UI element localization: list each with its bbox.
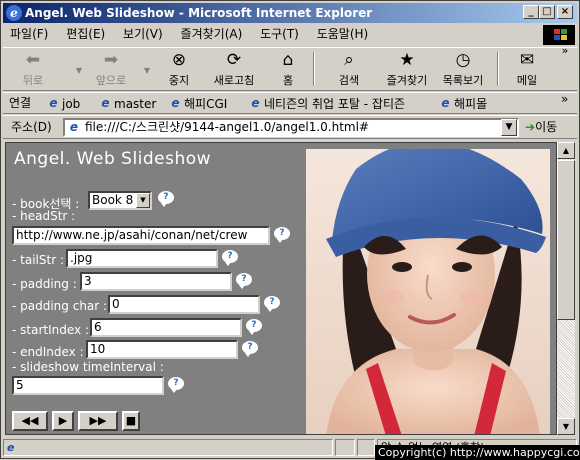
back-arrow-icon: ⬅ (25, 50, 41, 70)
forward-button[interactable]: ➡ 앞으로 (89, 50, 133, 88)
close-button[interactable]: × (557, 5, 573, 19)
search-icon: ⌕ (344, 50, 354, 70)
slideshow-photo (306, 149, 550, 434)
menu-view[interactable]: 보기(V) (116, 24, 170, 45)
interval-input[interactable]: 5 (12, 376, 164, 395)
help-icon[interactable]: ? (246, 319, 262, 335)
address-url: file:///C:/스크린샷/9144-angel1.0/angel1.0.h… (85, 120, 369, 134)
menu-help[interactable]: 도움말(H) (310, 24, 376, 45)
endindex-label: - endIndex : (12, 345, 84, 359)
search-button[interactable]: ⌕ 검색 (333, 50, 365, 88)
stop-icon: ⊗ (171, 50, 187, 70)
stop-button[interactable]: ⊗ 중지 (161, 50, 197, 88)
tailstr-input[interactable]: .jpg (66, 249, 218, 268)
book-select[interactable]: Book 8 ▼ (88, 191, 152, 210)
link-happycgi[interactable]: 해피CGI (169, 94, 227, 113)
play-button[interactable]: ▶ (52, 411, 74, 431)
link-master[interactable]: master (99, 94, 156, 113)
help-icon[interactable]: ? (264, 296, 280, 312)
go-arrow-icon: ➔ (525, 120, 536, 134)
page-icon: e (69, 120, 79, 134)
help-icon[interactable]: ? (274, 227, 290, 243)
maximize-button[interactable]: □ (539, 5, 555, 19)
vertical-scrollbar[interactable]: ▲ ▼ (557, 142, 575, 435)
help-icon[interactable]: ? (242, 341, 258, 357)
stop-slideshow-button[interactable]: ■ (122, 411, 140, 431)
padding-input[interactable]: 3 (80, 272, 232, 291)
menu-edit[interactable]: 편집(E) (59, 24, 112, 45)
tailstr-label: - tailStr : (12, 253, 64, 267)
headstr-input[interactable]: http://www.ne.jp/asahi/conan/net/crew (12, 226, 270, 245)
history-button[interactable]: ◷ 목록보기 (437, 50, 489, 88)
scroll-up-icon[interactable]: ▲ (557, 142, 575, 159)
menu-tools[interactable]: 도구(T) (253, 24, 306, 45)
next-button[interactable]: ▶▶ (78, 411, 118, 431)
help-icon[interactable]: ? (222, 250, 238, 266)
status-main: e (3, 439, 333, 456)
link-jobtizen[interactable]: 네티즌의 취업 포탈 - 잡티즌 (249, 94, 405, 113)
home-button[interactable]: ⌂ 홈 (275, 50, 301, 88)
standard-toolbar: ⬅ 뒤로 ▼ ➡ 앞으로 ▼ ⊗ 중지 ⟳ 새로고침 ⌂ 홈 ⌕ 검색 ★ 즐겨… (3, 44, 577, 91)
refresh-icon: ⟳ (226, 50, 242, 70)
select-arrow-icon[interactable]: ▼ (136, 193, 150, 208)
history-icon: ◷ (455, 50, 471, 70)
help-icon[interactable]: ? (236, 273, 252, 289)
address-input[interactable]: e file:///C:/스크린샷/9144-angel1.0/angel1.0… (63, 118, 519, 137)
address-dropdown-button[interactable]: ▼ (501, 119, 517, 136)
address-label: 주소(D) (11, 120, 52, 134)
status-panel (335, 439, 355, 456)
go-button[interactable]: ➔이동 (525, 119, 557, 136)
headstr-label: - headStr : (12, 209, 76, 223)
minimize-button[interactable]: _ (523, 5, 539, 19)
slideshow-photo-image (306, 149, 550, 434)
prev-button[interactable]: ◀◀ (12, 411, 48, 431)
links-bar: 연결 job master 해피CGI 네티즌의 취업 포탈 - 잡티즌 해피몰… (3, 92, 577, 114)
paddingchar-input[interactable]: 0 (108, 295, 260, 314)
toolbar-more-icon[interactable]: » (559, 44, 571, 57)
windows-logo-icon (543, 25, 575, 45)
paddingchar-label: - padding char : (12, 299, 108, 313)
forward-dropdown-icon[interactable]: ▼ (143, 66, 151, 75)
back-dropdown-icon[interactable]: ▼ (75, 66, 83, 75)
copyright-overlay: Copyright(c) http://www.happycgi.com (375, 445, 580, 460)
help-icon[interactable]: ? (158, 191, 174, 207)
address-bar: 주소(D) e file:///C:/스크린샷/9144-angel1.0/an… (3, 115, 577, 139)
page-status-icon: e (7, 441, 15, 454)
menu-file[interactable]: 파일(F) (3, 24, 55, 45)
endindex-input[interactable]: 10 (86, 340, 238, 359)
scroll-thumb[interactable] (557, 160, 575, 320)
menu-favorites[interactable]: 즐겨찾기(A) (174, 24, 250, 45)
toolbar-separator (497, 52, 499, 86)
back-button[interactable]: ⬅ 뒤로 (15, 50, 51, 88)
title-bar[interactable]: e Angel. Web Slideshow - Microsoft Inter… (3, 3, 577, 23)
page-content: Angel. Web Slideshow - book선택 : Book 8 ▼… (5, 142, 557, 435)
help-icon[interactable]: ? (168, 377, 184, 393)
startindex-label: - startIndex : (12, 323, 89, 337)
links-more-icon[interactable]: » (561, 90, 568, 109)
toolbar-separator (313, 52, 315, 86)
refresh-button[interactable]: ⟳ 새로고침 (207, 50, 261, 88)
mail-icon: ✉ (519, 50, 535, 70)
favorites-icon: ★ (399, 50, 415, 70)
browser-window: e Angel. Web Slideshow - Microsoft Inter… (0, 0, 580, 460)
padding-label: - padding : (12, 277, 77, 291)
status-panel (357, 439, 375, 456)
menu-bar: 파일(F) 편집(E) 보기(V) 즐겨찾기(A) 도구(T) 도움말(H) (3, 24, 577, 45)
link-happymall[interactable]: 해피몰 (439, 94, 487, 113)
scroll-down-icon[interactable]: ▼ (557, 418, 575, 435)
page-title: Angel. Web Slideshow (14, 149, 212, 169)
ie-icon: e (6, 5, 22, 21)
home-icon: ⌂ (282, 50, 294, 70)
link-job[interactable]: job (47, 94, 80, 113)
links-label: 연결 (9, 96, 32, 110)
startindex-input[interactable]: 6 (90, 318, 242, 337)
interval-label: - slideshow timeInterval : (12, 360, 164, 374)
mail-button[interactable]: ✉ 메일 (511, 50, 543, 88)
favorites-button[interactable]: ★ 즐겨찾기 (381, 50, 433, 88)
forward-arrow-icon: ➡ (103, 50, 119, 70)
window-title: Angel. Web Slideshow - Microsoft Interne… (25, 6, 373, 20)
